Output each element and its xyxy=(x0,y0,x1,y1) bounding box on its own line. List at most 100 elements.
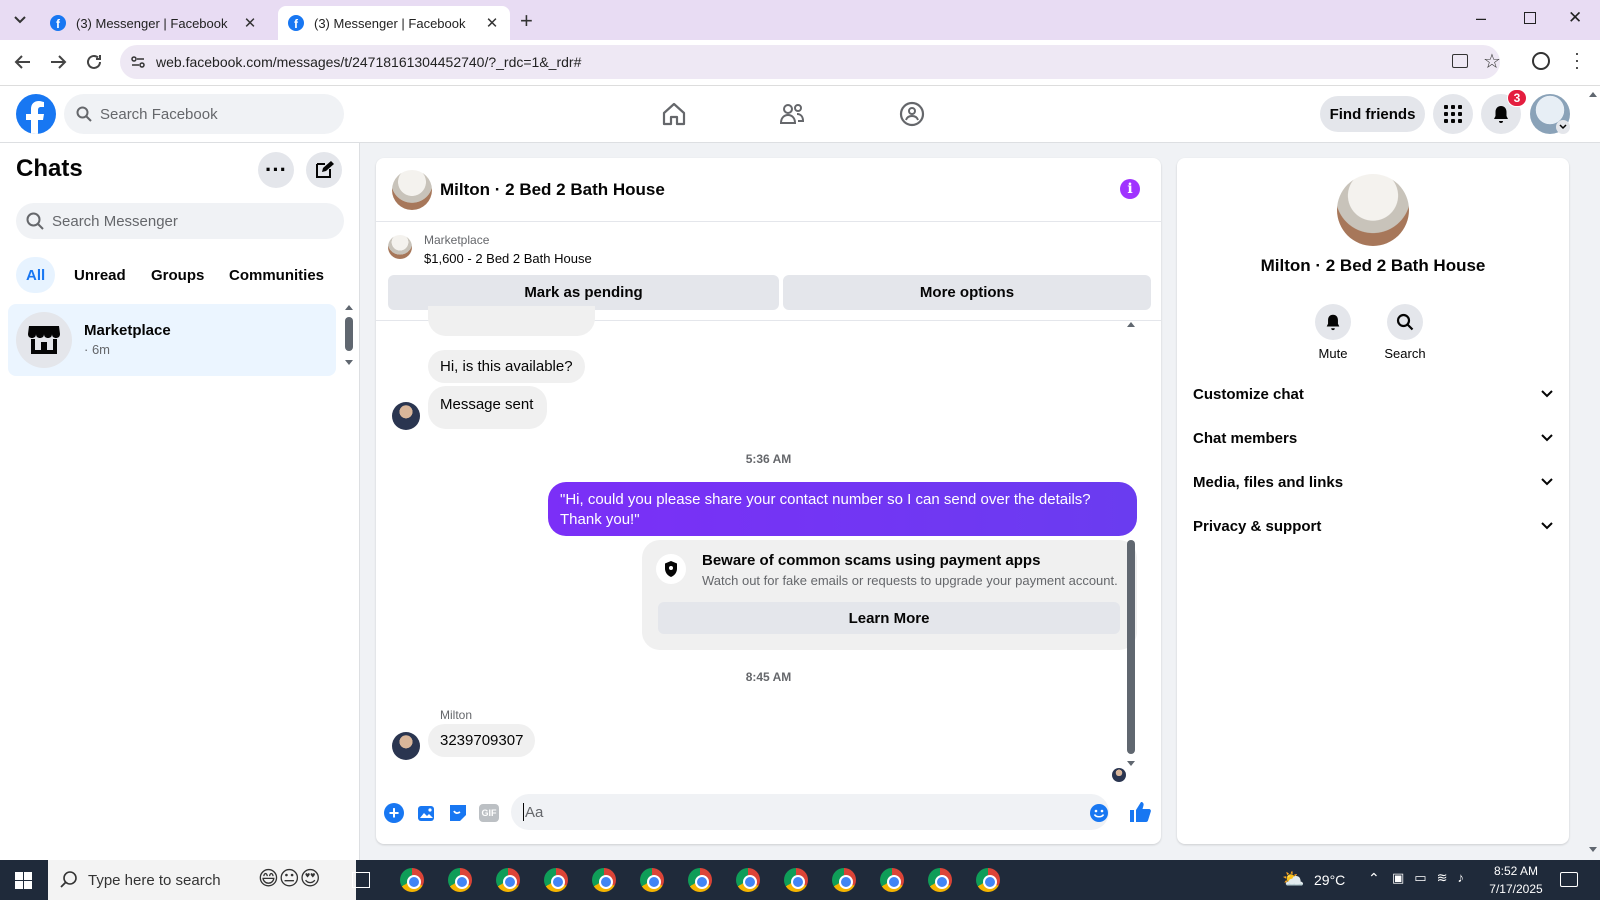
filter-all[interactable]: All xyxy=(16,257,56,293)
install-app-icon[interactable] xyxy=(1452,54,1468,68)
groups-nav-icon[interactable] xyxy=(898,100,926,128)
message-bubble[interactable]: Message sent xyxy=(428,386,548,429)
menu-grid-button[interactable] xyxy=(1433,94,1473,134)
section-label: Media, files and links xyxy=(1193,473,1344,491)
section-label: Privacy & support xyxy=(1193,517,1322,535)
chrome-taskbar-icon[interactable] xyxy=(832,868,856,892)
gif-icon[interactable]: GIF xyxy=(479,804,499,822)
tab-list-dropdown-icon[interactable] xyxy=(10,10,30,30)
sender-avatar[interactable] xyxy=(392,732,420,760)
more-options-button[interactable]: More options xyxy=(783,275,1151,310)
message-bubble[interactable]: 3239709307 xyxy=(428,724,536,757)
page-scroll-down-icon[interactable] xyxy=(1588,846,1598,854)
sender-avatar[interactable] xyxy=(392,402,420,430)
notification-center-icon[interactable] xyxy=(1560,872,1578,887)
conversation-avatar[interactable] xyxy=(392,170,432,210)
windows-start-icon[interactable] xyxy=(15,872,32,889)
more-actions-plus-icon[interactable]: + xyxy=(384,803,404,823)
grid-icon xyxy=(1444,105,1462,123)
profile-icon[interactable] xyxy=(1532,52,1550,70)
chrome-taskbar-icon[interactable] xyxy=(544,868,568,892)
sticker-icon[interactable] xyxy=(448,803,468,823)
chat-list-item-marketplace[interactable]: Marketplace · 6m xyxy=(8,304,336,376)
browser-tab-1[interactable]: f (3) Messenger | Facebook ✕ xyxy=(40,6,268,40)
facebook-favicon-icon: f xyxy=(50,15,66,31)
facebook-search-input[interactable]: Search Facebook xyxy=(64,94,344,134)
close-window-icon[interactable]: ✕ xyxy=(1568,8,1582,28)
filter-groups[interactable]: Groups xyxy=(141,257,214,293)
address-bar-row: web.facebook.com/messages/t/247181613044… xyxy=(0,40,1600,86)
taskbar-search-placeholder: Type here to search xyxy=(88,871,221,889)
filter-unread[interactable]: Unread xyxy=(64,257,136,293)
new-message-button[interactable] xyxy=(306,152,342,188)
temperature[interactable]: 29°C xyxy=(1314,872,1345,888)
chrome-taskbar-icon[interactable] xyxy=(400,868,424,892)
message-input[interactable]: Aa xyxy=(511,794,1109,830)
new-tab-icon[interactable]: + xyxy=(520,8,533,34)
tray-icons[interactable]: ▣▭≋♪ xyxy=(1392,870,1474,886)
scam-warning-card: Beware of common scams using payment app… xyxy=(642,540,1137,650)
bookmark-star-icon[interactable]: ☆ xyxy=(1483,49,1501,74)
facebook-logo-icon[interactable] xyxy=(16,94,56,134)
chrome-taskbar-icon[interactable] xyxy=(928,868,952,892)
filter-communities[interactable]: Communities xyxy=(219,257,334,293)
url-bar[interactable]: web.facebook.com/messages/t/247181613044… xyxy=(120,45,1500,79)
messenger-search-input[interactable]: Search Messenger xyxy=(16,203,344,239)
listing-thumbnail xyxy=(388,235,412,259)
home-nav-icon[interactable] xyxy=(660,100,688,128)
learn-more-button[interactable]: Learn More xyxy=(658,602,1120,634)
conversation-title[interactable]: Milton · 2 Bed 2 Bath House xyxy=(440,180,665,200)
chats-options-button[interactable]: ··· xyxy=(258,152,294,188)
restore-icon[interactable] xyxy=(1524,12,1536,24)
minimize-icon[interactable]: – xyxy=(1476,8,1486,29)
browser-tab-2[interactable]: f (3) Messenger | Facebook ✕ xyxy=(278,6,510,40)
account-chevron-icon[interactable] xyxy=(1556,120,1570,134)
message-bubble[interactable]: Hi, is this available? xyxy=(428,350,585,383)
clock-date[interactable]: 7/17/2025 xyxy=(1480,882,1552,896)
task-view-icon[interactable] xyxy=(352,872,370,888)
emoji-icon[interactable] xyxy=(1089,803,1109,823)
conversation-scrollbar[interactable] xyxy=(1126,320,1136,770)
chrome-taskbar-icon[interactable] xyxy=(784,868,808,892)
chrome-taskbar-icon[interactable] xyxy=(880,868,904,892)
find-friends-button[interactable]: Find friends xyxy=(1320,96,1425,132)
conversation-header: Milton · 2 Bed 2 Bath House i xyxy=(376,158,1161,222)
thumbs-up-icon[interactable] xyxy=(1128,800,1152,824)
customize-chat-section[interactable]: Customize chat xyxy=(1193,372,1553,416)
site-info-icon[interactable] xyxy=(130,54,146,70)
emoji-decoration-icon: 😄😐😍 xyxy=(258,868,321,890)
info-avatar[interactable] xyxy=(1337,174,1409,246)
taskbar-search-input[interactable]: Type here to search 😄😐😍 xyxy=(48,860,356,900)
conversation-info-icon[interactable]: i xyxy=(1120,179,1140,199)
chrome-taskbar-icon[interactable] xyxy=(592,868,616,892)
privacy-support-section[interactable]: Privacy & support xyxy=(1193,504,1553,548)
chat-members-section[interactable]: Chat members xyxy=(1193,416,1553,460)
browser-menu-icon[interactable]: · · · xyxy=(1574,44,1580,76)
section-label: Customize chat xyxy=(1193,385,1304,403)
clock-time[interactable]: 8:52 AM xyxy=(1486,864,1546,878)
reload-icon[interactable] xyxy=(85,53,103,71)
back-icon[interactable] xyxy=(14,53,32,71)
mark-as-pending-button[interactable]: Mark as pending xyxy=(388,275,779,310)
chat-list-scrollbar[interactable] xyxy=(344,303,354,373)
listing-summary[interactable]: $1,600 - 2 Bed 2 Bath House xyxy=(424,251,592,266)
forward-icon[interactable] xyxy=(49,53,67,71)
chevron-down-icon xyxy=(1541,434,1553,442)
close-tab-icon[interactable]: ✕ xyxy=(484,14,500,32)
chrome-taskbar-icon[interactable] xyxy=(688,868,712,892)
tray-overflow-icon[interactable]: ⌃ xyxy=(1368,870,1380,887)
chrome-taskbar-icon[interactable] xyxy=(448,868,472,892)
chrome-taskbar-icon[interactable] xyxy=(736,868,760,892)
chrome-taskbar-icon[interactable] xyxy=(976,868,1000,892)
friends-nav-icon[interactable] xyxy=(778,100,806,128)
search-in-conversation-button[interactable] xyxy=(1387,304,1423,340)
media-files-links-section[interactable]: Media, files and links xyxy=(1193,460,1553,504)
page-scroll-up-icon[interactable] xyxy=(1588,90,1598,98)
outgoing-message-bubble[interactable]: "Hi, could you please share your contact… xyxy=(548,482,1137,536)
attach-image-icon[interactable] xyxy=(417,803,437,823)
chrome-taskbar-icon[interactable] xyxy=(640,868,664,892)
mute-button[interactable] xyxy=(1315,304,1351,340)
weather-icon[interactable]: ⛅ xyxy=(1282,869,1304,890)
close-tab-icon[interactable]: ✕ xyxy=(242,14,258,32)
chrome-taskbar-icon[interactable] xyxy=(496,868,520,892)
